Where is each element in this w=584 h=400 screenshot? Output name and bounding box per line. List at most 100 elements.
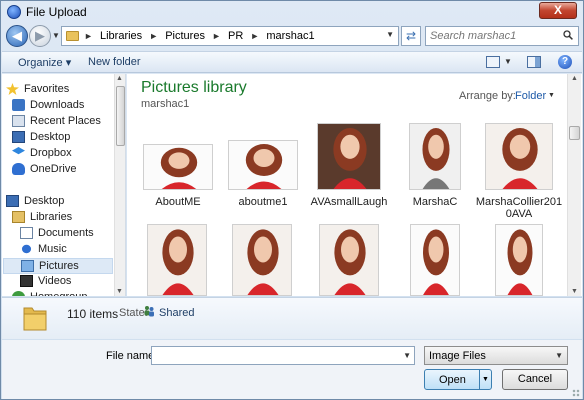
nav-item-label: Documents [38,227,94,239]
search-input[interactable] [430,27,558,45]
chevron-down-icon[interactable]: ▼ [403,351,411,360]
change-view-icon[interactable] [486,56,500,68]
file-thumbnail[interactable] [410,224,460,296]
breadcrumb-pictures[interactable]: Pictures [165,30,205,42]
open-button[interactable]: Open ▼ [424,369,492,390]
file-list-view: Pictures library marshac1 Arrange by: Fo… [127,74,582,296]
folder-icon [66,31,79,41]
open-options-dropdown[interactable]: ▼ [479,370,491,389]
star-icon [6,83,19,95]
downloads-icon [12,99,25,111]
nav-item-pictures[interactable]: Pictures [3,258,113,274]
photo-portrait [422,128,450,189]
file-thumbnail[interactable] [409,123,461,190]
nav-scroll-thumb[interactable] [116,86,125,146]
preview-pane-icon[interactable] [527,56,541,68]
state-value: Shared [159,307,195,319]
file-type-value: Image Files [429,350,486,362]
scroll-down-icon[interactable]: ▼ [116,288,123,295]
title-bar[interactable]: File Upload X [1,1,583,23]
address-bar[interactable]: ► Libraries ► Pictures ► PR ► marshac1 ▼ [61,26,399,46]
arrange-by-value[interactable]: Folder [515,90,546,102]
browser-app-icon [7,5,21,19]
file-thumbnail[interactable] [319,224,379,296]
onedrive-icon [12,163,25,175]
file-name-field[interactable] [152,347,400,364]
photo-portrait [507,229,533,295]
library-subtitle: marshac1 [141,98,190,110]
file-thumbnail[interactable] [228,140,298,190]
file-thumbnail[interactable] [495,224,543,296]
breadcrumb-libraries[interactable]: Libraries [100,30,142,42]
recent-pages-dropdown[interactable]: ▼ [52,31,60,40]
file-thumbnail[interactable] [485,123,553,190]
file-name-label[interactable]: aboutme1 [217,196,309,208]
file-thumbnail[interactable] [143,144,213,190]
photo-portrait [502,128,538,189]
back-button[interactable]: ◀ [6,25,28,47]
chevron-right-icon[interactable]: ► [250,31,259,41]
content-scroll-thumb[interactable] [569,126,580,140]
nav-item-label: Desktop [24,195,65,207]
photo-portrait [247,229,279,295]
nav-item-label: Dropbox [30,147,72,159]
chevron-down-icon[interactable]: ▼ [386,30,394,39]
photo-portrait [160,147,198,189]
pictures-icon [21,260,34,272]
recent-places-icon [12,115,25,127]
chevron-right-icon[interactable]: ► [84,31,93,41]
nav-item-label: Music [38,243,67,255]
breadcrumb-pr[interactable]: PR [228,30,243,42]
refresh-button[interactable]: ⇄ [401,26,421,46]
resize-grip[interactable] [572,389,580,397]
file-name-label[interactable]: AVAsmallLaugh [303,196,395,208]
shared-users-icon [144,306,154,317]
file-name-bar: File name: ▼ Image Files ▼ Open ▼ Cancel [2,340,582,399]
library-title: Pictures library [141,79,247,96]
open-button-label: Open [439,374,466,386]
nav-scrollbar[interactable]: ▲ ▼ [114,74,125,296]
new-folder-button[interactable]: New folder [88,56,141,68]
file-thumbnail[interactable] [317,123,381,190]
file-name-label[interactable]: MarshaCollier201 0AVA [473,196,565,220]
file-thumbnail[interactable] [147,224,207,296]
organize-button[interactable]: Organize ▾ [18,56,71,69]
file-name-label[interactable]: MarshaC [389,196,481,208]
close-button[interactable]: X [539,2,577,19]
photo-portrait [162,229,194,295]
chevron-down-icon[interactable]: ▼ [548,92,555,99]
content-scrollbar[interactable]: ▲ ▼ [567,74,581,296]
navigation-pane: ▲ ▼ Favorites Downloads Recent Places Deskt… [2,74,126,296]
homegroup-icon [12,291,25,296]
help-icon[interactable]: ? [558,55,572,69]
file-name-label[interactable]: AboutME [132,196,224,208]
chevron-right-icon[interactable]: ► [149,31,158,41]
file-name-line: MarshaCollier201 [475,196,563,208]
scroll-up-icon[interactable]: ▲ [571,75,578,82]
file-thumbnail[interactable] [232,224,292,296]
address-row: ◀ ▶ ▼ ► Libraries ► Pictures ► PR ► mars… [1,23,583,49]
file-name-combobox[interactable]: ▼ [151,346,415,365]
nav-item-label: Libraries [30,211,73,223]
search-icon[interactable] [563,30,573,40]
refresh-icon: ⇄ [405,29,417,43]
view-options-dropdown[interactable]: ▼ [504,57,512,66]
cancel-button[interactable]: Cancel [502,369,568,390]
arrange-by-label: Arrange by: [459,90,516,102]
photo-portrait [334,229,366,295]
breadcrumb-marshac1[interactable]: marshac1 [266,30,314,42]
file-name-line: 0AVA [505,208,533,220]
photo-portrait [333,128,367,189]
nav-item-label: Desktop [30,131,71,143]
forward-button[interactable]: ▶ [29,25,51,47]
nav-item-label: Homegroup [30,291,87,296]
nav-item-label: Downloads [30,99,85,111]
chevron-right-icon[interactable]: ► [212,31,221,41]
scroll-down-icon[interactable]: ▼ [571,288,578,295]
desktop-icon [6,195,19,207]
file-type-select[interactable]: Image Files ▼ [424,346,568,365]
photo-portrait [245,144,283,189]
scroll-up-icon[interactable]: ▲ [116,75,123,82]
search-box[interactable] [425,26,579,46]
nav-item-label: Recent Places [30,115,101,127]
